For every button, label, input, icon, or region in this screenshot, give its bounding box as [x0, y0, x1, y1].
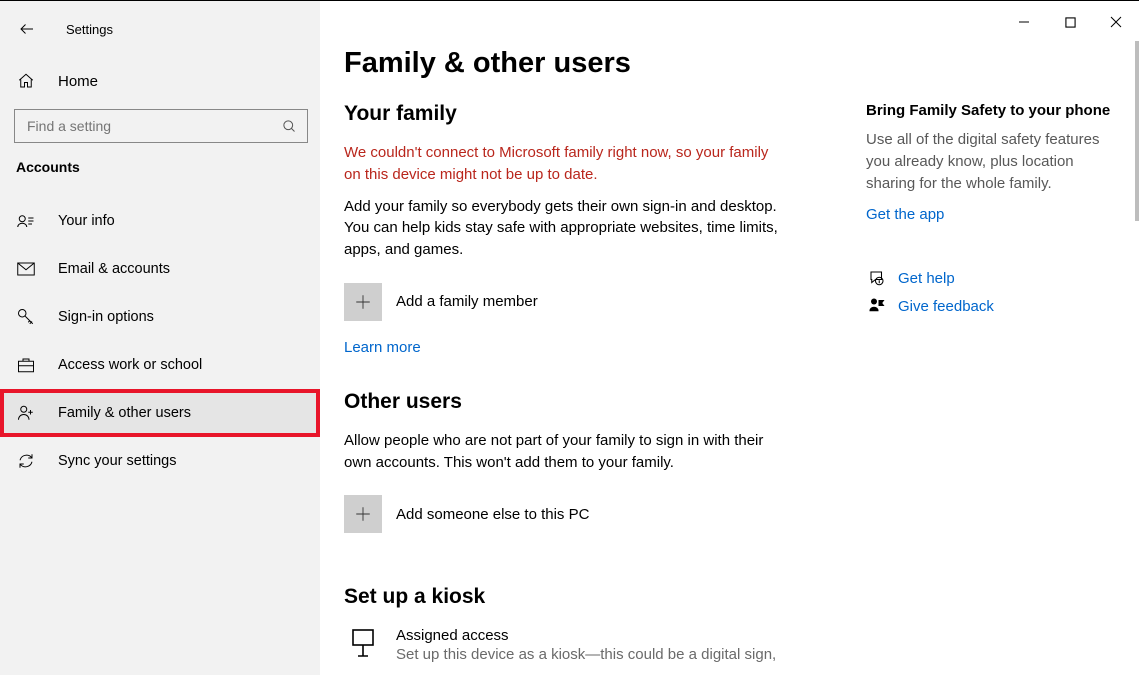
main-content: Family & other users Your family We coul… — [320, 1, 1139, 675]
learn-more-link[interactable]: Learn more — [344, 339, 824, 356]
get-app-link[interactable]: Get the app — [866, 206, 1116, 223]
sidebar-item-label: Your info — [58, 213, 115, 229]
minimize-button[interactable] — [1001, 7, 1047, 37]
briefcase-icon — [16, 355, 36, 375]
search-box[interactable] — [14, 109, 308, 143]
assigned-access-subtitle: Set up this device as a kiosk—this could… — [396, 646, 776, 663]
sidebar-item-label: Email & accounts — [58, 261, 170, 277]
feedback-icon — [866, 297, 888, 315]
add-family-member-button[interactable]: Add a family member — [344, 283, 824, 321]
sidebar-item-label: Family & other users — [58, 405, 191, 421]
get-help-link[interactable]: Get help — [866, 269, 1116, 287]
sidebar-home[interactable]: Home — [0, 63, 320, 99]
give-feedback-link[interactable]: Give feedback — [866, 297, 1116, 315]
sidebar-item-signin[interactable]: Sign-in options — [0, 293, 320, 341]
sidebar-item-label: Access work or school — [58, 357, 202, 373]
content-main: Your family We couldn't connect to Micro… — [344, 102, 824, 663]
add-other-user-button[interactable]: Add someone else to this PC — [344, 495, 824, 533]
sidebar-item-label: Sign-in options — [58, 309, 154, 325]
get-help-label: Get help — [898, 270, 955, 287]
page-title: Family & other users — [344, 47, 1139, 80]
other-users-heading: Other users — [344, 390, 824, 414]
sidebar-item-email[interactable]: Email & accounts — [0, 245, 320, 293]
person-card-icon — [16, 211, 36, 231]
kiosk-heading: Set up a kiosk — [344, 585, 824, 609]
mail-icon — [16, 259, 36, 279]
family-heading: Your family — [344, 102, 824, 126]
sidebar-section-title: Accounts — [0, 143, 320, 175]
give-feedback-label: Give feedback — [898, 298, 994, 315]
sidebar-item-sync[interactable]: Sync your settings — [0, 437, 320, 485]
aside-description: Use all of the digital safety features y… — [866, 129, 1116, 194]
sidebar-header: Settings — [0, 11, 320, 47]
other-users-description: Allow people who are not part of your fa… — [344, 430, 784, 474]
search-icon — [282, 119, 297, 134]
back-button[interactable] — [16, 18, 38, 40]
plus-icon — [344, 283, 382, 321]
add-family-label: Add a family member — [396, 293, 538, 310]
home-icon — [16, 71, 36, 91]
kiosk-icon — [344, 627, 382, 657]
aside-heading: Bring Family Safety to your phone — [866, 102, 1116, 119]
assigned-access-title: Assigned access — [396, 627, 776, 644]
sidebar-item-your-info[interactable]: Your info — [0, 197, 320, 245]
person-plus-icon — [16, 403, 36, 423]
sidebar-item-label: Sync your settings — [58, 453, 176, 469]
maximize-button[interactable] — [1047, 7, 1093, 37]
help-icon — [866, 269, 888, 287]
add-other-label: Add someone else to this PC — [396, 506, 589, 523]
search-input[interactable] — [25, 117, 282, 135]
family-error-text: We couldn't connect to Microsoft family … — [344, 142, 784, 186]
sidebar-item-work-school[interactable]: Access work or school — [0, 341, 320, 389]
assigned-access-button[interactable]: Assigned access Set up this device as a … — [344, 627, 824, 663]
sidebar-item-family[interactable]: Family & other users — [0, 389, 320, 437]
sync-icon — [16, 451, 36, 471]
scrollbar[interactable] — [1135, 1, 1139, 675]
home-label: Home — [58, 73, 98, 90]
sidebar-nav: Your info Email & accounts Sign-in optio… — [0, 197, 320, 485]
window-controls — [1001, 7, 1139, 37]
scrollbar-thumb[interactable] — [1135, 41, 1139, 221]
window-title: Settings — [66, 22, 113, 37]
sidebar: Settings Home Accounts — [0, 1, 320, 675]
key-icon — [16, 307, 36, 327]
close-button[interactable] — [1093, 7, 1139, 37]
plus-icon — [344, 495, 382, 533]
content-aside: Bring Family Safety to your phone Use al… — [866, 102, 1116, 663]
family-description: Add your family so everybody gets their … — [344, 196, 784, 261]
